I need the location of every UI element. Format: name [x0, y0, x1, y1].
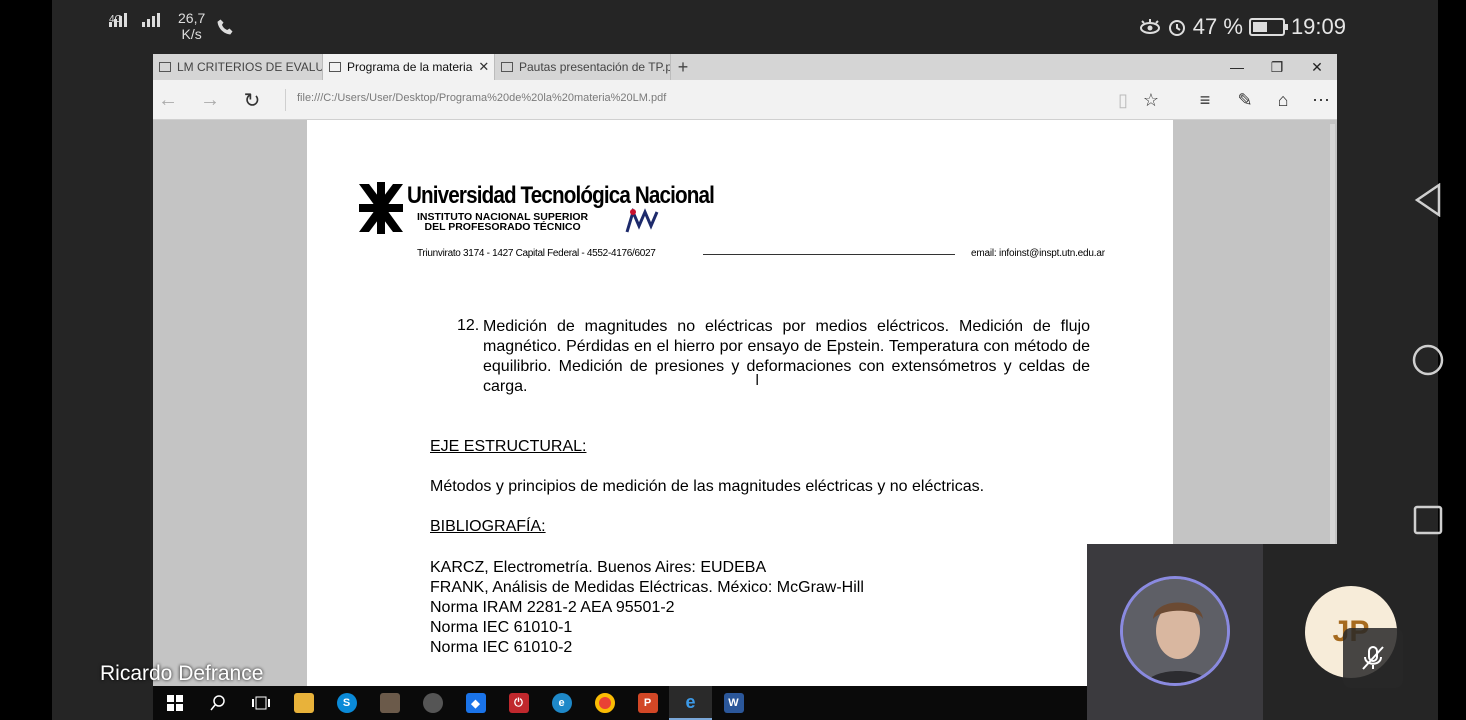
android-home-icon[interactable] — [1408, 340, 1448, 380]
network-type: 4G — [109, 14, 123, 25]
web-note-icon[interactable]: ✎ — [1233, 89, 1257, 111]
page-icon — [501, 62, 513, 72]
eje-heading: EJE ESTRUCTURAL: — [430, 438, 587, 455]
app-icon-2[interactable] — [411, 686, 454, 720]
taskbar: S ◆ ⏻ e P e W — [153, 686, 1087, 720]
signal-icon-2 — [142, 13, 160, 27]
email-line: email: infoinst@inspt.utn.edu.ar — [971, 248, 1105, 259]
address-bar: ← → ↻ file:///C:/Users/User/Desktop/Prog… — [153, 80, 1337, 120]
utn-logo-icon — [359, 182, 403, 234]
share-icon[interactable]: ⌂ — [1271, 89, 1295, 111]
page-icon — [329, 62, 341, 72]
edge-icon[interactable]: e — [540, 686, 583, 720]
dropbox-icon[interactable]: ◆ — [454, 686, 497, 720]
list-item: Norma IEC 61010-2 — [430, 639, 573, 656]
participant-tile-jp[interactable]: JP — [1263, 544, 1438, 720]
hub-icon[interactable]: ≡ — [1193, 89, 1217, 111]
start-button[interactable] — [153, 686, 196, 720]
phone-screen: 4G 26,7 K/s 47 % 19:09 LM CRITERIOS DE E… — [52, 0, 1438, 720]
close-window-icon[interactable]: ✕ — [1297, 54, 1337, 80]
university-name: Universidad Tecnológica Nacional — [407, 182, 715, 209]
android-back-icon[interactable] — [1408, 180, 1448, 220]
clock: 19:09 — [1290, 14, 1346, 39]
bibliography-heading: BIBLIOGRAFÍA: — [430, 518, 546, 535]
item-number: 12. — [457, 317, 480, 334]
page-icon — [159, 62, 171, 72]
app-icon-1[interactable] — [368, 686, 411, 720]
url-field[interactable]: file:///C:/Users/User/Desktop/Programa%2… — [297, 92, 666, 104]
mic-muted-icon — [1343, 628, 1403, 688]
header-rule — [703, 254, 955, 255]
pdf-page: Universidad Tecnológica Nacional INSTITU… — [307, 120, 1173, 686]
eye-comfort-icon — [1139, 19, 1160, 34]
file-explorer-icon[interactable] — [282, 686, 325, 720]
battery-icon — [1248, 18, 1288, 36]
skype-icon[interactable]: S — [325, 686, 368, 720]
bibliography-list: KARCZ, Electrometría. Buenos Aires: EUDE… — [430, 558, 864, 658]
android-recents-icon[interactable] — [1408, 500, 1448, 540]
more-icon[interactable]: ⋯ — [1309, 89, 1333, 111]
person-avatar-icon — [1123, 579, 1227, 683]
chrome-icon[interactable] — [583, 686, 626, 720]
network-speed: 26,7 K/s — [178, 10, 206, 42]
search-icon[interactable] — [196, 686, 239, 720]
item-text: Medición de magnitudes no eléctricas por… — [483, 318, 1090, 395]
institute-name: INSTITUTO NACIONAL SUPERIOR DEL PROFESOR… — [417, 211, 589, 233]
window-controls: — ❐ ✕ — [1217, 54, 1337, 80]
tab-pautas[interactable]: Pautas presentación de TP.p — [495, 54, 671, 80]
status-bar: 4G 26,7 K/s 47 % 19:09 — [52, 0, 1438, 54]
participant-video — [1120, 576, 1230, 686]
new-tab-button[interactable]: + — [671, 54, 695, 80]
favorite-star-icon[interactable]: ☆ — [1139, 89, 1163, 111]
reading-view-icon[interactable]: ▯ — [1111, 89, 1135, 111]
phone-call-icon — [217, 19, 233, 35]
list-item: Norma IEC 61010-1 — [430, 619, 573, 636]
edge-legacy-icon[interactable]: e — [669, 686, 712, 720]
task-view-icon[interactable] — [239, 686, 282, 720]
minimize-icon[interactable]: — — [1217, 54, 1257, 80]
list-item: FRANK, Análisis de Medidas Eléctricas. M… — [430, 579, 864, 596]
tab-criterios[interactable]: LM CRITERIOS DE EVALUACI — [153, 54, 323, 80]
list-item: Norma IRAM 2281-2 AEA 95501-2 — [430, 599, 675, 616]
presenter-name: Ricardo Defrance — [100, 662, 264, 685]
address-line: Triunvirato 3174 - 1427 Capital Federal … — [417, 248, 656, 259]
eje-text: Métodos y principios de medición de las … — [430, 478, 985, 495]
participant-tile-video[interactable] — [1087, 544, 1263, 720]
word-icon[interactable]: W — [712, 686, 755, 720]
windows-icon — [166, 695, 183, 711]
status-right: 47 % 19:09 — [1139, 14, 1346, 40]
text-cursor-icon: I — [755, 372, 760, 389]
power-app-icon[interactable]: ⏻ — [497, 686, 540, 720]
battery-percent: 47 % — [1192, 14, 1243, 39]
forward-icon[interactable]: → — [195, 88, 225, 112]
back-icon[interactable]: ← — [153, 88, 183, 112]
tab-bar: LM CRITERIOS DE EVALUACI Programa de la … — [153, 54, 1337, 80]
alarm-icon — [1168, 20, 1185, 36]
inspt-logo-icon — [625, 208, 659, 233]
powerpoint-icon[interactable]: P — [626, 686, 669, 720]
close-tab-icon[interactable]: ✕ — [478, 59, 489, 75]
refresh-icon[interactable]: ↻ — [237, 88, 267, 112]
list-item: KARCZ, Electrometría. Buenos Aires: EUDE… — [430, 559, 767, 576]
tab-programa[interactable]: Programa de la materia ✕ — [323, 54, 495, 80]
restore-icon[interactable]: ❐ — [1257, 54, 1297, 80]
